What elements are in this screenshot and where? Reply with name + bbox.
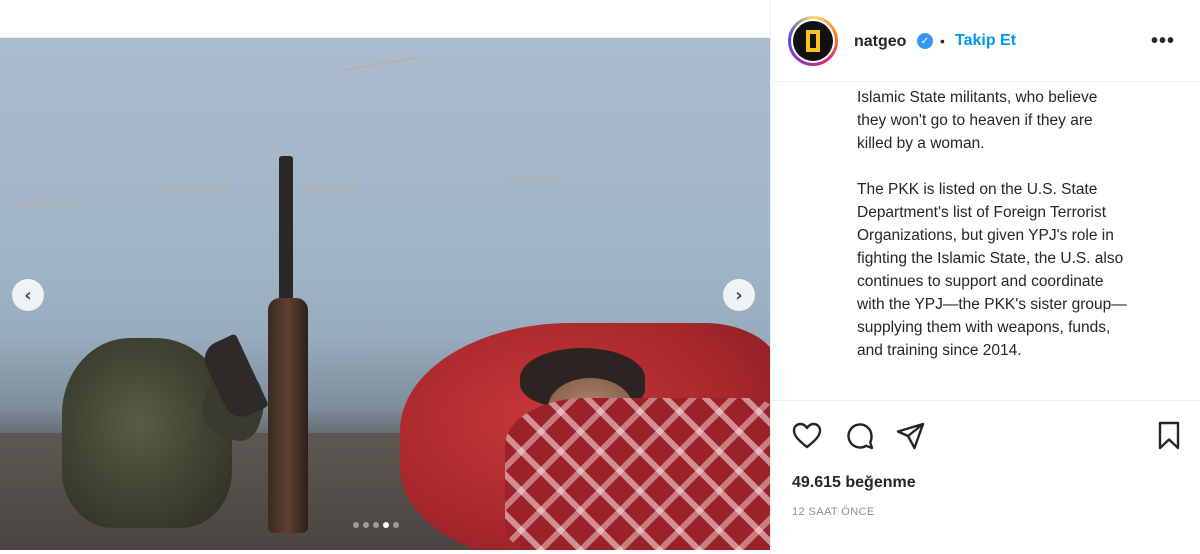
- rifle-barrel: [279, 156, 293, 306]
- username-link[interactable]: natgeo: [854, 33, 906, 51]
- post-timestamp[interactable]: 12 SAAT ÖNCE: [792, 506, 875, 518]
- caption-paragraph: Islamic State militants, who believe the…: [857, 89, 1098, 152]
- wall-mark: [340, 56, 420, 72]
- divider: [771, 400, 1200, 401]
- share-icon[interactable]: [895, 420, 927, 452]
- post-photo[interactable]: ‹ ›: [0, 38, 770, 550]
- wall-mark: [510, 178, 560, 180]
- carousel-dot: [393, 522, 399, 528]
- more-options-button[interactable]: •••: [1151, 30, 1175, 53]
- carousel-dot: [353, 522, 359, 528]
- carousel-prev-button[interactable]: ‹: [12, 279, 44, 311]
- bookmark-icon[interactable]: [1153, 420, 1185, 452]
- like-count[interactable]: 49.615 beğenme: [792, 474, 916, 492]
- wall-mark: [300, 188, 360, 190]
- comment-icon[interactable]: [844, 420, 876, 452]
- checkered-blanket: [505, 398, 770, 550]
- carousel-dot: [383, 522, 389, 528]
- post-side-panel: natgeo ✓ • Takip Et ••• Islamic State mi…: [770, 0, 1200, 554]
- top-strip: [0, 0, 770, 38]
- avatar[interactable]: [788, 16, 838, 66]
- carousel-next-button[interactable]: ›: [723, 279, 755, 311]
- chevron-left-icon: ‹: [24, 284, 32, 306]
- chevron-right-icon: ›: [735, 284, 743, 306]
- rifle-stock: [268, 298, 308, 533]
- post-caption: Islamic State militants, who believe the…: [857, 86, 1177, 398]
- heart-icon[interactable]: [791, 420, 823, 452]
- separator-dot: •: [940, 33, 945, 49]
- verified-badge-icon: ✓: [917, 33, 933, 49]
- wall-mark: [160, 188, 230, 190]
- follow-button[interactable]: Takip Et: [955, 32, 1016, 50]
- post-header: natgeo ✓ • Takip Et •••: [771, 0, 1200, 82]
- caption-paragraph: The PKK is listed on the U.S. State Depa…: [857, 181, 1127, 359]
- natgeo-logo-icon: [806, 30, 820, 52]
- carousel-dots: [353, 522, 399, 528]
- wall-mark: [20, 203, 80, 205]
- carousel-dot: [363, 522, 369, 528]
- carousel-dot: [373, 522, 379, 528]
